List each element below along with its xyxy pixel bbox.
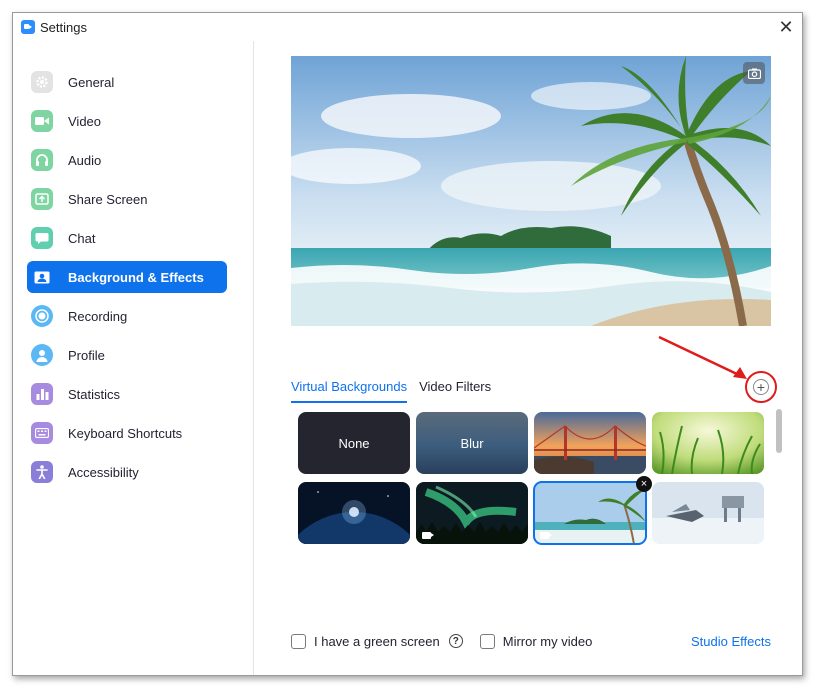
sidebar-item-label: General <box>68 74 115 90</box>
background-tile-grass[interactable] <box>652 412 764 474</box>
background-tile-golden-gate[interactable] <box>534 412 646 474</box>
accessibility-icon <box>31 461 53 483</box>
sidebar-item-statistics[interactable]: Statistics <box>27 378 227 410</box>
background-tile-none[interactable]: None <box>298 412 410 474</box>
tab-virtual-backgrounds[interactable]: Virtual Backgrounds <box>291 379 408 403</box>
video-preview <box>291 56 771 326</box>
profile-icon <box>31 344 53 366</box>
sidebar-item-accessibility[interactable]: Accessibility <box>27 456 227 488</box>
record-icon <box>31 305 53 327</box>
sidebar-item-label: Accessibility <box>68 464 139 480</box>
video-background-icon <box>422 532 434 539</box>
beach-preview-image <box>291 56 771 326</box>
studio-effects-link[interactable]: Studio Effects <box>691 634 771 649</box>
virtual-background-grid: None Blur × <box>295 410 767 556</box>
sidebar-item-share-screen[interactable]: Share Screen <box>27 183 227 215</box>
snow-walkers-image <box>652 482 764 544</box>
scrollbar-thumb[interactable] <box>776 409 782 453</box>
mirror-video-label: Mirror my video <box>502 633 593 649</box>
gear-icon <box>31 71 53 93</box>
mirror-video-checkbox[interactable] <box>479 633 495 649</box>
sidebar-item-label: Chat <box>68 230 96 246</box>
sidebar-item-label: Profile <box>68 347 105 363</box>
tile-label: Blur <box>460 435 484 451</box>
green-screen-label: I have a green screen <box>314 633 440 649</box>
statistics-icon <box>31 383 53 405</box>
zoom-app-icon <box>21 20 35 34</box>
video-camera-icon <box>31 110 53 132</box>
sidebar-item-label: Background & Effects <box>68 269 204 285</box>
golden-gate-image <box>534 412 646 474</box>
red-annotation-arrow <box>658 335 747 379</box>
tab-video-filters[interactable]: Video Filters <box>419 379 491 403</box>
tile-label: None <box>338 435 370 451</box>
sidebar-item-keyboard-shortcuts[interactable]: Keyboard Shortcuts <box>27 417 227 449</box>
background-tabs: Virtual Backgrounds Video Filters <box>291 379 503 403</box>
sidebar-item-label: Audio <box>68 152 102 168</box>
sidebar-item-label: Statistics <box>68 386 121 402</box>
plus-icon: + <box>753 379 769 395</box>
grass-image <box>652 412 764 474</box>
background-options: I have a green screen ? Mirror my video … <box>291 631 771 651</box>
background-tile-blur[interactable]: Blur <box>416 412 528 474</box>
sidebar-item-recording[interactable]: Recording <box>27 300 227 332</box>
sidebar-item-video[interactable]: Video <box>27 105 227 137</box>
chat-icon <box>31 227 53 249</box>
sidebar-item-general[interactable]: General <box>27 66 227 98</box>
sidebar-item-audio[interactable]: Audio <box>27 144 227 176</box>
window-title: Settings <box>40 20 87 35</box>
settings-window: Settings ✕ General Video Audio Share Scr… <box>12 12 803 676</box>
green-screen-checkbox[interactable] <box>291 633 306 649</box>
sidebar-item-label: Keyboard Shortcuts <box>68 425 183 441</box>
earth-image <box>298 482 410 544</box>
background-tile-aurora[interactable] <box>416 482 528 544</box>
camera-switch-icon[interactable] <box>743 62 765 84</box>
background-tile-snow-walkers[interactable] <box>652 482 764 544</box>
share-screen-icon <box>31 188 53 210</box>
settings-sidebar: General Video Audio Share Screen Chat Ba… <box>13 41 254 675</box>
sidebar-item-label: Video <box>68 113 102 129</box>
add-background-button[interactable]: + <box>745 371 777 403</box>
sidebar-item-background-effects[interactable]: Background & Effects <box>27 261 227 293</box>
sidebar-item-label: Share Screen <box>68 191 148 207</box>
video-background-icon <box>540 532 552 539</box>
keyboard-icon <box>31 422 53 444</box>
remove-background-button[interactable]: × <box>636 476 652 492</box>
background-effects-panel: Virtual Backgrounds Video Filters + None… <box>255 41 802 675</box>
sidebar-item-profile[interactable]: Profile <box>27 339 227 371</box>
person-portrait-icon <box>31 266 53 288</box>
headphones-icon <box>31 149 53 171</box>
background-tile-beach[interactable]: × <box>533 476 652 545</box>
help-icon[interactable]: ? <box>448 634 463 648</box>
sidebar-item-label: Recording <box>68 308 128 324</box>
close-button[interactable]: ✕ <box>774 16 798 38</box>
background-tile-earth[interactable] <box>298 482 410 544</box>
title-bar: Settings ✕ <box>13 13 802 41</box>
background-grid-scrollbar[interactable] <box>775 407 783 557</box>
sidebar-item-chat[interactable]: Chat <box>27 222 227 254</box>
